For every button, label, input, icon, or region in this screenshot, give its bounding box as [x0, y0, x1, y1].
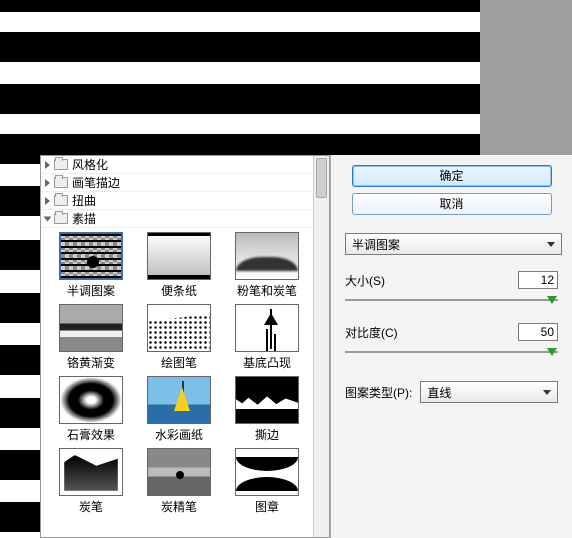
folder-icon	[54, 159, 68, 170]
thumbnail-preview	[59, 232, 123, 280]
thumbnail-preview	[59, 304, 123, 352]
filter-thumbnail[interactable]: 水彩画纸	[135, 374, 223, 446]
category-label: 素描	[72, 210, 96, 227]
filter-thumbnail[interactable]: 便条纸	[135, 230, 223, 302]
thumbnail-label: 半调图案	[67, 282, 115, 299]
folder-icon	[54, 213, 68, 224]
contrast-label: 对比度(C)	[345, 324, 508, 341]
disclosure-triangle-icon	[44, 216, 52, 221]
size-slider-handle[interactable]	[547, 296, 557, 304]
filter-thumbnail[interactable]: 粉笔和炭笔	[223, 230, 311, 302]
filter-thumbnail[interactable]: 炭笔	[47, 446, 135, 518]
folder-icon	[54, 195, 68, 206]
category-label: 风格化	[72, 156, 108, 173]
ok-button[interactable]: 确定	[352, 165, 552, 187]
category-label: 画笔描边	[72, 174, 120, 191]
filter-thumbnail[interactable]: 基底凸现	[223, 302, 311, 374]
contrast-slider[interactable]	[345, 345, 558, 359]
category-label: 扭曲	[72, 192, 96, 209]
thumbnail-label: 炭笔	[79, 498, 103, 515]
thumbnail-preview	[147, 304, 211, 352]
cancel-button[interactable]: 取消	[352, 193, 552, 215]
category-row[interactable]: 扭曲	[41, 192, 329, 210]
thumbnail-preview	[59, 448, 123, 496]
filter-thumbnail[interactable]: 铬黄渐变	[47, 302, 135, 374]
pattern-type-label: 图案类型(P):	[345, 384, 412, 401]
filter-thumbnail[interactable]: 撕边	[223, 374, 311, 446]
thumbnail-label: 图章	[255, 498, 279, 515]
thumbnail-preview	[235, 232, 299, 280]
thumbnail-preview	[147, 376, 211, 424]
filter-name-dropdown[interactable]: 半调图案	[345, 233, 562, 255]
filter-thumbnail[interactable]: 绘图笔	[135, 302, 223, 374]
size-value-input[interactable]: 12	[518, 271, 558, 289]
size-slider[interactable]	[345, 293, 558, 307]
category-row[interactable]: 素描	[41, 210, 329, 228]
folder-icon	[54, 177, 68, 188]
disclosure-triangle-icon	[45, 161, 50, 169]
category-row[interactable]: 风格化	[41, 156, 329, 174]
thumbnail-label: 水彩画纸	[155, 426, 203, 443]
thumbnail-preview	[235, 376, 299, 424]
disclosure-triangle-icon	[45, 179, 50, 187]
filter-gallery-panel: 风格化画笔描边扭曲素描 半调图案 便条纸 粉笔和炭笔铬黄渐变 绘图笔 基底凸现石膏效果 水…	[40, 155, 330, 538]
thumbnail-label: 绘图笔	[161, 354, 197, 371]
thumbnail-label: 撕边	[255, 426, 279, 443]
thumbnail-preview	[235, 304, 299, 352]
contrast-slider-handle[interactable]	[547, 348, 557, 356]
size-label: 大小(S)	[345, 272, 508, 289]
thumbnail-label: 石膏效果	[67, 426, 115, 443]
thumbnail-label: 基底凸现	[243, 354, 291, 371]
contrast-value-input[interactable]: 50	[518, 323, 558, 341]
scrollbar-thumb[interactable]	[316, 158, 327, 198]
filter-thumbnail[interactable]: 半调图案	[47, 230, 135, 302]
thumbnail-preview	[235, 448, 299, 496]
filter-list-scrollbar[interactable]	[313, 156, 329, 537]
thumbnail-label: 便条纸	[161, 282, 197, 299]
thumbnail-preview	[59, 376, 123, 424]
disclosure-triangle-icon	[45, 197, 50, 205]
filter-thumbnail[interactable]: 炭精笔	[135, 446, 223, 518]
thumbnail-preview	[147, 448, 211, 496]
thumbnail-preview	[147, 232, 211, 280]
filter-thumbnail[interactable]: 石膏效果	[47, 374, 135, 446]
thumbnail-label: 炭精笔	[161, 498, 197, 515]
category-row[interactable]: 画笔描边	[41, 174, 329, 192]
filter-thumbnail[interactable]: 图章	[223, 446, 311, 518]
pattern-type-value: 直线	[427, 384, 451, 401]
thumbnail-label: 铬黄渐变	[67, 354, 115, 371]
filter-options-panel: 确定 取消 半调图案 大小(S) 12 对比度(C) 50 图案类型(P): 直…	[330, 155, 572, 538]
thumbnail-label: 粉笔和炭笔	[237, 282, 297, 299]
filter-name-value: 半调图案	[352, 236, 400, 253]
pattern-type-dropdown[interactable]: 直线	[420, 381, 558, 403]
